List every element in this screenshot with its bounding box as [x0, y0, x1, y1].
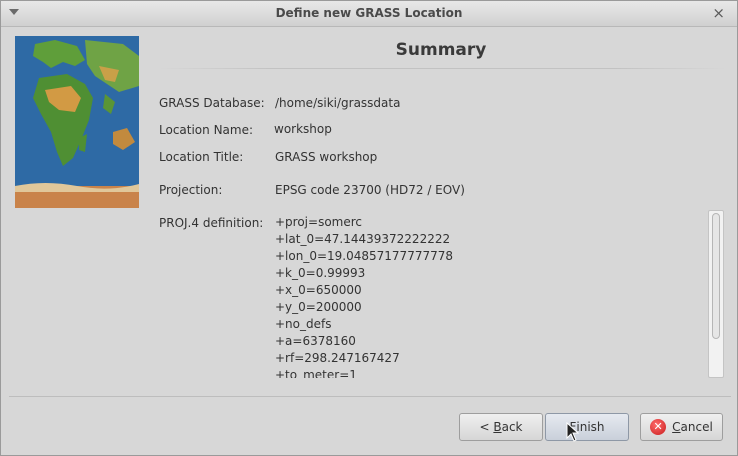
location-name-label: Location Name:	[159, 123, 254, 137]
proj4-line: +lat_0=47.14439372222222	[275, 232, 451, 246]
proj4-line: +no_defs	[275, 317, 332, 331]
proj4-line: +y_0=200000	[275, 300, 362, 314]
grass-database-value: /home/siki/grassdata	[275, 96, 401, 110]
back-button-prefix: <	[479, 420, 494, 434]
proj4-line: +proj=somerc	[275, 215, 363, 229]
finish-button[interactable]: Finish	[545, 413, 629, 441]
proj4-definition-label: PROJ.4 definition:	[159, 216, 264, 230]
button-separator	[9, 396, 731, 397]
projection-value: EPSG code 23700 (HD72 / EOV)	[275, 183, 465, 197]
summary-heading: Summary	[395, 40, 487, 60]
location-title-value: GRASS workshop	[275, 150, 378, 164]
cancel-button-mnemonic: C	[672, 420, 681, 434]
title-bar[interactable]: Define new GRASS Location ×	[1, 1, 737, 27]
projection-label: Projection:	[159, 183, 223, 197]
cancel-icon: ✕	[650, 419, 667, 435]
location-title-label: Location Title:	[159, 150, 244, 164]
cancel-button-label: ancel	[680, 420, 713, 434]
proj4-line: +to_meter=1	[275, 368, 357, 378]
cancel-button[interactable]: ✕ Cancel	[640, 413, 723, 441]
scrollbar-thumb[interactable]	[712, 213, 720, 339]
world-map-icon	[15, 36, 139, 208]
proj4-line: +rf=298.247167427	[275, 351, 400, 365]
mouse-cursor-icon	[566, 422, 580, 442]
vertical-scrollbar[interactable]	[708, 210, 724, 378]
location-name-value: workshop	[274, 122, 332, 136]
window-title: Define new GRASS Location	[275, 6, 463, 20]
proj4-definition-text[interactable]: +proj=somerc +lat_0=47.14439372222222 +l…	[275, 214, 705, 378]
proj4-line: +a=6378160	[275, 334, 356, 348]
back-button-label: ack	[501, 420, 523, 434]
close-icon[interactable]: ×	[712, 4, 725, 22]
grass-database-label: GRASS Database:	[159, 96, 265, 110]
back-button[interactable]: < Back	[459, 413, 543, 441]
finish-button-label: inish	[576, 420, 605, 434]
proj4-line: +k_0=0.99993	[275, 266, 366, 280]
heading-separator	[159, 68, 727, 69]
dialog-window: Define new GRASS Location × Summary GRAS…	[0, 0, 738, 456]
back-button-mnemonic: B	[493, 420, 502, 434]
proj4-line: +lon_0=19.04857177777778	[275, 249, 453, 263]
proj4-line: +x_0=650000	[275, 283, 362, 297]
